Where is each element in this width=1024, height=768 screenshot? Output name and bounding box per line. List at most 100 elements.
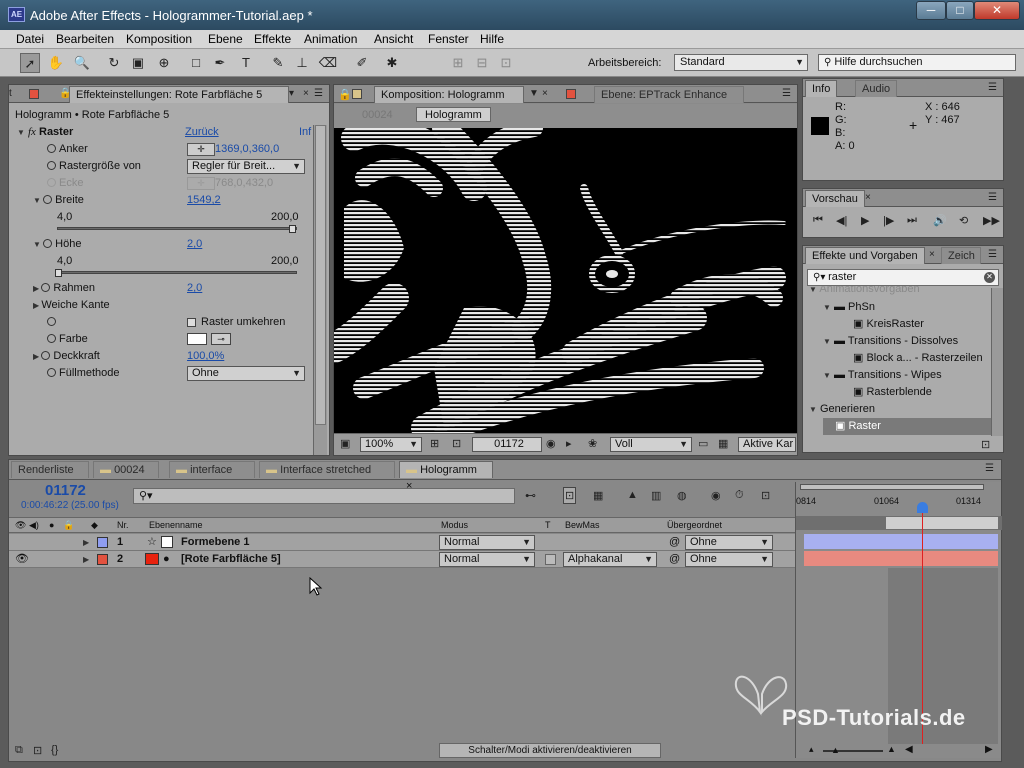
audio-switch-icon[interactable]: ◀)	[29, 518, 39, 533]
camera-tool-icon[interactable]: ▣	[128, 53, 148, 73]
effect-controls-scrollbar[interactable]	[313, 125, 327, 455]
pen-tool-icon[interactable]: ✒	[210, 53, 230, 73]
expand-triangle-icon[interactable]: ▼	[33, 196, 43, 205]
tab-00024[interactable]: ▬ 00024	[93, 461, 159, 478]
clone-stamp-tool-icon[interactable]: ⊥	[292, 53, 312, 73]
close-icon[interactable]: ×	[865, 192, 871, 203]
video-switch-icon[interactable]: 👁	[15, 518, 26, 533]
draft-3d-icon[interactable]: ⊡	[563, 487, 577, 504]
pickwhip-icon[interactable]: @	[669, 534, 680, 551]
roto-brush-tool-icon[interactable]: ✐	[352, 53, 372, 73]
transparency-grid-icon[interactable]: ▦	[718, 437, 728, 450]
tree-item[interactable]: ▼ ▬ Transitions - Wipes	[823, 367, 942, 384]
motion-blur-icon[interactable]: ▥	[651, 489, 661, 502]
hide-shy-layers-icon[interactable]: ▦	[593, 489, 603, 502]
playhead-handle-icon[interactable]	[917, 502, 928, 513]
table-row[interactable]: ▶ 1 ☆ Formebene 1 Normal ▼ @ Ohne ▼	[9, 534, 803, 551]
col-layer-name[interactable]: Ebenenname	[149, 518, 203, 533]
region-of-interest-icon[interactable]: ▭	[698, 437, 708, 450]
tab-composition[interactable]: Komposition: Hologramm	[374, 86, 524, 103]
play-icon[interactable]: ▶	[861, 214, 869, 227]
clear-search-icon[interactable]: ✕	[984, 272, 995, 283]
panel-menu-icon[interactable]: ☰	[782, 88, 791, 99]
text-tool-icon[interactable]: T	[236, 53, 256, 73]
stopwatch-icon[interactable]	[43, 195, 53, 204]
menu-fenster[interactable]: Fenster	[428, 32, 469, 46]
show-snapshot-icon[interactable]: ▸	[566, 437, 572, 450]
tab-audio[interactable]: Audio	[855, 80, 898, 97]
puppet-tool-icon[interactable]: ✱	[382, 53, 402, 73]
auto-keyframe-icon[interactable]: ◉	[711, 489, 721, 502]
deckkraft-value[interactable]: 100,0%	[187, 348, 224, 365]
solo-switch-icon[interactable]: ●	[49, 518, 54, 533]
first-frame-icon[interactable]: ⏮	[813, 214, 823, 227]
scroll-right-icon[interactable]: ▶	[985, 744, 993, 755]
tree-item[interactable]: ▼ Generieren	[809, 401, 875, 418]
tab-interface-stretched[interactable]: ▬ Interface stretched	[259, 461, 395, 478]
tree-item[interactable]: ▼ Animationsvorgaben	[809, 286, 920, 298]
expand-triangle-icon[interactable]: ▶	[83, 534, 89, 551]
work-area-range[interactable]	[886, 517, 998, 529]
brush-tool-icon[interactable]: ✎	[268, 53, 288, 73]
comp-flowchart-icon[interactable]: ⧉	[15, 744, 23, 757]
rahmen-value[interactable]: 2,0	[187, 280, 202, 297]
stopwatch-icon[interactable]	[47, 144, 56, 153]
panel-menu-icon[interactable]: ☰	[988, 82, 997, 93]
tab-vorschau[interactable]: Vorschau	[805, 190, 865, 207]
tab-info[interactable]: Info	[805, 80, 838, 97]
last-frame-icon[interactable]: ⏭	[907, 214, 917, 227]
scroll-left-icon[interactable]: ◀	[905, 744, 913, 755]
tab-zeichen[interactable]: Zeich	[941, 247, 981, 264]
parent-select[interactable]: Ohne ▼	[685, 535, 773, 550]
tree-item[interactable]: ▣ Block a... - Rasterzeilen	[853, 350, 983, 367]
workspace-select[interactable]: Standard ▼	[674, 54, 808, 71]
expand-collapse-icon[interactable]: {}	[51, 744, 58, 756]
selection-tool-icon[interactable]: ➚	[20, 53, 40, 73]
menu-bearbeiten[interactable]: Bearbeiten	[56, 32, 114, 46]
help-search-input[interactable]: ⚲ Hilfe durchsuchen	[818, 54, 1016, 71]
pickwhip-icon[interactable]: @	[669, 551, 680, 568]
timeline-current-time[interactable]: 01172	[45, 482, 86, 499]
grid-icon[interactable]: ⊞	[430, 437, 439, 450]
hoehe-slider-knob[interactable]	[55, 269, 62, 277]
menu-animation[interactable]: Animation	[304, 32, 357, 46]
zoom-slider[interactable]: ▴ ▲ ▲ ◀ ▶	[809, 744, 999, 758]
collapse-triangle-icon[interactable]: ▼	[823, 371, 831, 380]
close-icon[interactable]: ×	[542, 88, 548, 99]
zoom-in-icon[interactable]: ▲	[887, 744, 896, 754]
menu-komposition[interactable]: Komposition	[126, 32, 192, 46]
menu-effekte[interactable]: Effekte	[254, 32, 291, 46]
tab-interface[interactable]: ▬ interface	[169, 461, 255, 478]
zoom-select[interactable]: 100% ▼	[360, 437, 422, 452]
eye-icon[interactable]: 👁	[15, 551, 29, 568]
collapse-triangle-icon[interactable]: ▼	[823, 337, 831, 346]
tree-item[interactable]: ▼ ▬ Transitions - Dissolves	[823, 333, 958, 350]
breite-slider-knob[interactable]	[289, 225, 296, 233]
parent-select[interactable]: Ohne ▼	[685, 552, 773, 567]
color-channels-icon[interactable]: ❀	[588, 437, 597, 450]
menu-hilfe[interactable]: Hilfe	[480, 32, 504, 46]
brainstorm-icon[interactable]: ◍	[677, 489, 687, 502]
view-axis-icon[interactable]: ⊡	[496, 53, 516, 73]
resolution-select[interactable]: Voll ▼	[610, 437, 692, 452]
eraser-tool-icon[interactable]: ⌫	[318, 53, 338, 73]
tab-renderliste[interactable]: Renderliste	[11, 461, 89, 478]
stopwatch-icon[interactable]	[47, 334, 56, 343]
farbe-color-swatch[interactable]	[187, 333, 207, 345]
panel-menu-icon[interactable]: ☰	[985, 463, 994, 474]
frame-label[interactable]: 00024	[362, 109, 393, 121]
crosshair-icon[interactable]: ✛	[187, 143, 215, 156]
expand-triangle-icon[interactable]: ▶	[83, 551, 89, 568]
hand-tool-icon[interactable]: ✋	[46, 53, 66, 73]
time-navigator[interactable]	[796, 516, 1002, 530]
expand-triangle-icon[interactable]: ▼	[33, 240, 43, 249]
mask-visibility-icon[interactable]: ⊡	[452, 437, 461, 450]
rotate-tool-icon[interactable]: ↻	[104, 53, 124, 73]
breite-value[interactable]: 1549,2	[187, 192, 221, 209]
snapshot-icon[interactable]: ◉	[546, 437, 556, 450]
tab-layer[interactable]: Ebene: EPTrack Enhance	[594, 86, 744, 103]
toggle-switches-modes-button[interactable]: Schalter/Modi aktivieren/deaktivieren	[439, 743, 661, 758]
graph-editor-icon[interactable]: ⊡	[761, 489, 770, 502]
hoehe-value[interactable]: 2,0	[187, 236, 202, 253]
loop-icon[interactable]: ⟲	[959, 214, 968, 227]
